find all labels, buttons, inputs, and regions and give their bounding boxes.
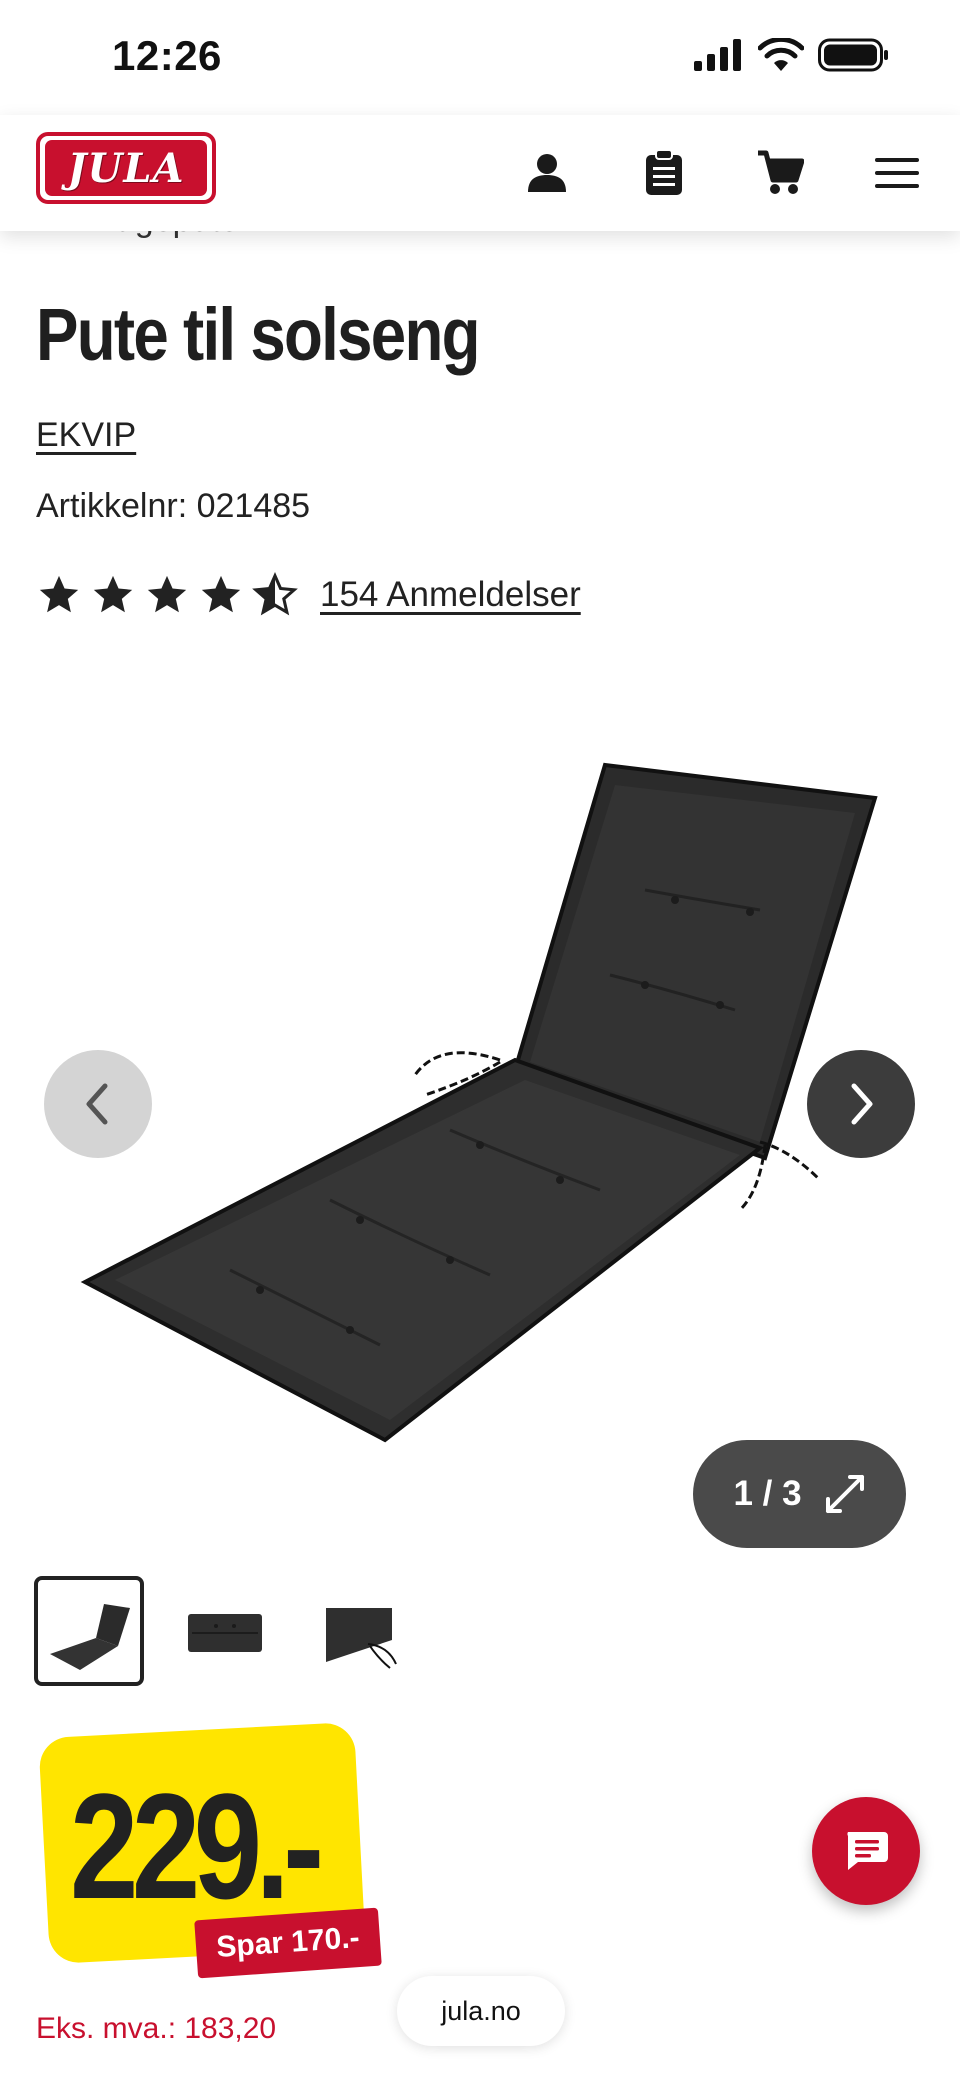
article-number: Artikkelnr: 021485: [36, 487, 311, 525]
next-image-button[interactable]: [807, 1050, 915, 1158]
cart-icon[interactable]: [752, 145, 808, 201]
previous-image-button[interactable]: [44, 1050, 152, 1158]
image-counter: 1 / 3: [733, 1474, 802, 1513]
chevron-right-icon: [851, 1083, 873, 1125]
status-time: 12:26: [112, 32, 222, 79]
star-icon: [147, 575, 187, 613]
image-counter-fullscreen-button[interactable]: 1 / 3: [693, 1440, 906, 1548]
status-icons: [694, 38, 890, 72]
brand-link[interactable]: EKVIP: [36, 416, 136, 455]
browser-url-bar[interactable]: jula.no: [397, 1976, 565, 2046]
chevron-left-icon: [86, 1083, 108, 1125]
menu-icon[interactable]: [869, 145, 925, 201]
logo-text: JULA: [67, 144, 185, 192]
thumbnail-3[interactable]: [306, 1576, 416, 1686]
chat-icon: [847, 1832, 888, 1870]
chat-button[interactable]: [812, 1797, 920, 1905]
star-icon: [201, 575, 241, 613]
star-icon: [39, 575, 79, 613]
jula-logo[interactable]: JULA: [36, 132, 216, 204]
signal-icon: [694, 39, 741, 71]
product-image[interactable]: [60, 750, 900, 1450]
account-icon[interactable]: [519, 145, 575, 201]
star-rating: [36, 572, 298, 618]
price-value: 229.-: [70, 1762, 324, 1930]
rating-row[interactable]: 154 Anmeldelser: [36, 572, 581, 618]
logo-badge: JULA: [45, 140, 207, 196]
thumbnail-1[interactable]: [34, 1576, 144, 1686]
reviews-link[interactable]: 154 Anmeldelser: [320, 575, 581, 615]
expand-icon: [825, 1475, 864, 1513]
thumbnail-strip: [34, 1576, 416, 1686]
save-badge: Spar 170.-: [194, 1907, 382, 1979]
wifi-icon: [758, 38, 804, 71]
thumbnail-2[interactable]: [170, 1576, 280, 1686]
shopping-list-icon[interactable]: [636, 145, 692, 201]
half-star-icon: [252, 572, 298, 616]
page-title: Pute til solseng: [36, 293, 481, 376]
price-ex-vat: Eks. mva.: 183,20: [36, 2012, 277, 2045]
battery-icon: [818, 38, 888, 72]
star-icon: [93, 575, 133, 613]
status-bar: 12:26: [0, 0, 960, 115]
site-header: JULA: [0, 115, 960, 231]
